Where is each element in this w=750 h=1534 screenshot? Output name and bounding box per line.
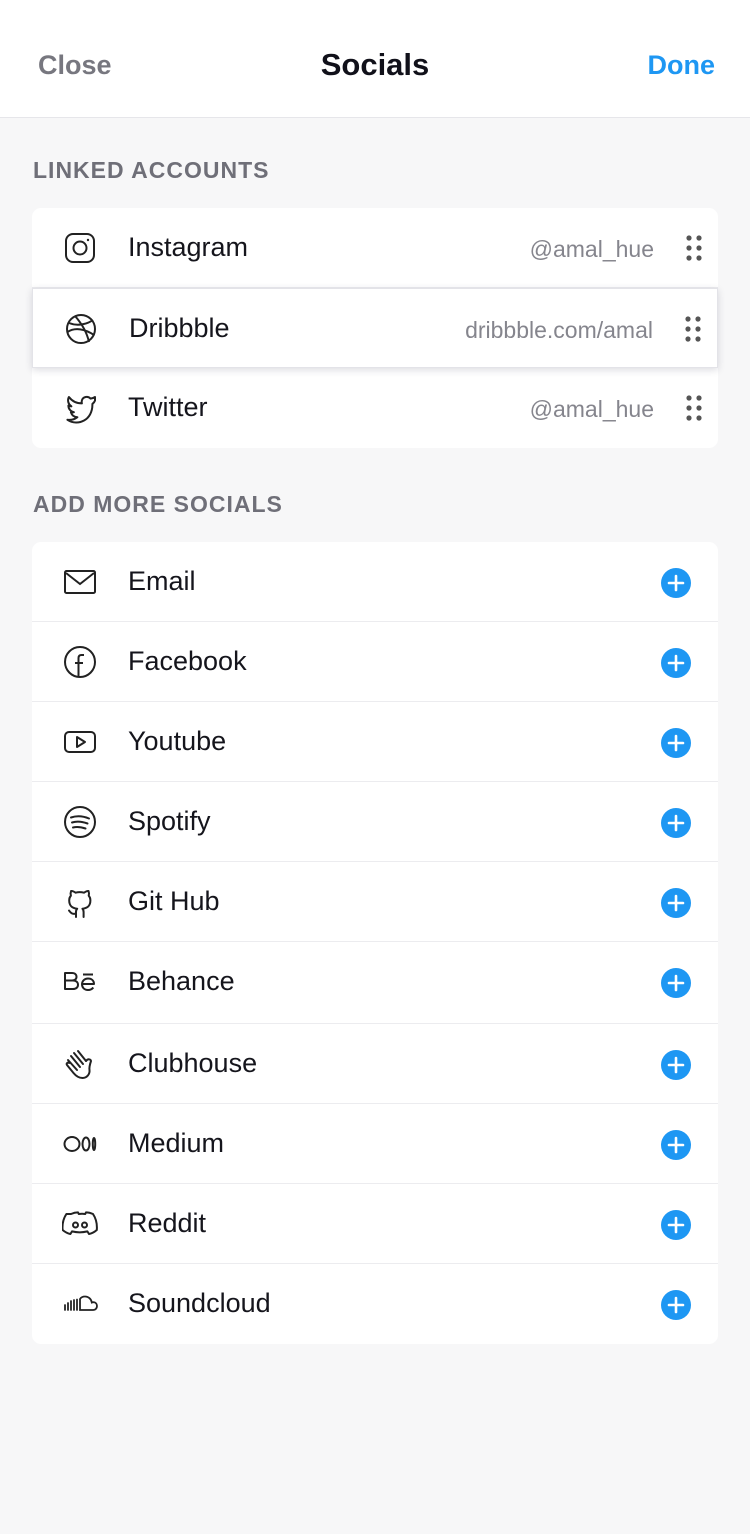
email-icon <box>62 564 98 600</box>
add-item-label: Clubhouse <box>128 1048 258 1078</box>
add-item-label: Facebook <box>128 646 247 676</box>
add-item-label: Reddit <box>128 1208 207 1238</box>
linked-item-label: Instagram <box>128 232 249 262</box>
add-item-medium[interactable]: Medium <box>32 1104 718 1184</box>
clubhouse-icon <box>62 1046 98 1082</box>
add-item-label: Git Hub <box>128 886 220 916</box>
reddit-icon <box>62 1206 98 1242</box>
add-item-github[interactable]: Git Hub <box>32 862 718 942</box>
add-item-label: Spotify <box>128 806 211 836</box>
add-item-facebook[interactable]: Facebook <box>32 622 718 702</box>
add-item-behance[interactable]: Behance <box>32 942 718 1024</box>
add-item-label: Email <box>128 566 196 596</box>
add-item-reddit[interactable]: Reddit <box>32 1184 718 1264</box>
behance-icon <box>62 964 98 1000</box>
add-item-label: Behance <box>128 966 235 996</box>
add-button-icon[interactable] <box>661 1210 691 1240</box>
add-button-icon[interactable] <box>661 648 691 678</box>
spotify-icon <box>62 804 98 840</box>
add-socials-list: Email Facebook Youtube Spotify Git Hub B… <box>32 542 718 1344</box>
add-button-icon[interactable] <box>661 1130 691 1160</box>
facebook-icon <box>62 644 98 680</box>
add-button-icon[interactable] <box>661 728 691 758</box>
add-item-email[interactable]: Email <box>32 542 718 622</box>
add-button-icon[interactable] <box>661 808 691 838</box>
page-title: Socials <box>320 47 430 82</box>
add-item-label: Youtube <box>128 726 227 756</box>
instagram-icon <box>62 230 98 266</box>
twitter-icon <box>62 390 98 426</box>
add-item-youtube[interactable]: Youtube <box>32 702 718 782</box>
drag-handle-icon[interactable] <box>685 233 703 263</box>
drag-handle-icon[interactable] <box>684 314 702 344</box>
github-icon <box>62 884 98 920</box>
soundcloud-icon <box>62 1286 98 1322</box>
dribbble-icon <box>63 311 99 347</box>
add-button-icon[interactable] <box>661 888 691 918</box>
add-item-spotify[interactable]: Spotify <box>32 782 718 862</box>
top-bar: Close Socials Done <box>0 0 750 118</box>
medium-icon <box>62 1126 98 1162</box>
linked-item-twitter[interactable]: Twitter @amal_hue <box>32 368 718 448</box>
linked-accounts-heading: LINKED ACCOUNTS <box>33 157 270 183</box>
add-more-socials-heading: ADD MORE SOCIALS <box>33 491 283 517</box>
done-button[interactable]: Done <box>648 50 716 81</box>
linked-item-handle: @amal_hue <box>529 236 654 262</box>
add-item-label: Soundcloud <box>128 1288 271 1318</box>
linked-item-instagram[interactable]: Instagram @amal_hue <box>32 208 718 288</box>
add-button-icon[interactable] <box>661 568 691 598</box>
linked-item-label: Twitter <box>128 392 208 422</box>
add-item-label: Medium <box>128 1128 225 1158</box>
add-button-icon[interactable] <box>661 1290 691 1320</box>
add-item-soundcloud[interactable]: Soundcloud <box>32 1264 718 1344</box>
youtube-icon <box>62 724 98 760</box>
add-button-icon[interactable] <box>661 968 691 998</box>
linked-item-handle: @amal_hue <box>529 396 654 422</box>
add-button-icon[interactable] <box>661 1050 691 1080</box>
drag-handle-icon[interactable] <box>685 393 703 423</box>
linked-item-dribbble[interactable]: Dribbble dribbble.com/amal <box>32 288 718 368</box>
linked-accounts-list: Instagram @amal_hue Dribbble dribbble.co… <box>32 208 718 448</box>
linked-item-handle: dribbble.com/amal <box>465 317 653 343</box>
add-item-clubhouse[interactable]: Clubhouse <box>32 1024 718 1104</box>
linked-item-label: Dribbble <box>129 313 230 343</box>
